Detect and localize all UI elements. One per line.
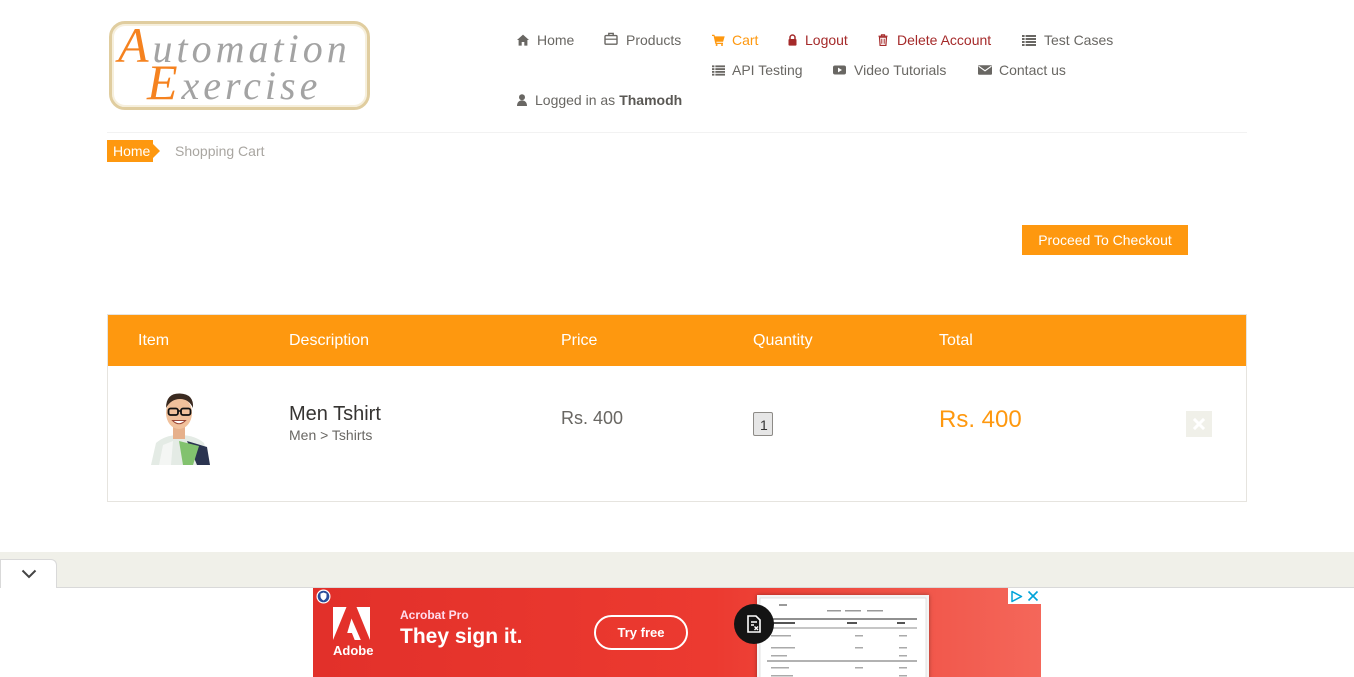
- ad-try-free-button[interactable]: Try free: [594, 615, 688, 650]
- column-header-price: Price: [561, 332, 598, 349]
- nav-delete-account[interactable]: Delete Account: [878, 30, 991, 50]
- logged-in-status: Logged in as Thamodh: [517, 90, 682, 110]
- site-logo[interactable]: Automation Exercise: [109, 21, 370, 110]
- list-icon: [712, 64, 725, 76]
- ad-brand-name: Adobe: [333, 643, 374, 658]
- proceed-to-checkout-button[interactable]: Proceed To Checkout: [1022, 225, 1188, 255]
- footer-band: [0, 552, 1354, 588]
- nav-cart-label: Cart: [732, 32, 759, 48]
- ad-banner[interactable]: Adobe Acrobat Pro They sign it. Try free: [313, 588, 1041, 677]
- adchoices-icon[interactable]: [1010, 590, 1023, 603]
- ad-feature-badge: [734, 604, 774, 644]
- nav-home[interactable]: Home: [517, 30, 574, 50]
- cart-table-header: Item Description Price Quantity Total: [108, 315, 1246, 366]
- logged-in-username: Thamodh: [619, 92, 683, 108]
- nav-cart[interactable]: Cart: [712, 30, 758, 50]
- ad-product-name: Acrobat Pro: [400, 608, 469, 622]
- product-price: Rs. 400: [561, 408, 624, 428]
- product-total: Rs. 400: [939, 406, 1022, 433]
- breadcrumb-home[interactable]: Home: [107, 140, 161, 162]
- cart-icon: [712, 34, 725, 46]
- user-icon: [517, 94, 527, 106]
- nav-delete-account-label: Delete Account: [897, 32, 992, 48]
- ad-headline: They sign it.: [400, 625, 523, 648]
- column-header-total: Total: [939, 332, 973, 349]
- products-icon: [604, 32, 618, 45]
- nav-test-cases-label: Test Cases: [1044, 32, 1114, 48]
- cart-table: Item Description Price Quantity Total Me…: [107, 314, 1247, 502]
- ad-choices-bar: [1008, 588, 1041, 604]
- breadcrumb-current: Shopping Cart: [175, 143, 265, 159]
- ad-document-preview: [757, 595, 929, 677]
- nav-logout-label: Logout: [805, 32, 848, 48]
- nav-api-testing-label: API Testing: [732, 62, 803, 78]
- column-header-description: Description: [289, 332, 370, 349]
- close-icon: [1193, 418, 1205, 430]
- logo-line-2: Exercise: [147, 54, 322, 110]
- youtube-icon: [833, 65, 846, 75]
- nav-api-testing[interactable]: API Testing: [712, 60, 803, 80]
- logged-in-prefix: Logged in as: [535, 92, 616, 108]
- nav-test-cases[interactable]: Test Cases: [1022, 30, 1113, 50]
- adobe-logo-icon: [333, 607, 370, 640]
- nav-home-label: Home: [537, 32, 575, 48]
- nav-contact-us-label: Contact us: [999, 62, 1066, 78]
- envelope-icon: [978, 65, 992, 75]
- product-category: Men > Tshirts: [289, 427, 373, 443]
- lock-icon: [788, 34, 797, 46]
- product-name-link[interactable]: Men Tshirt: [289, 402, 381, 426]
- nav-products[interactable]: Products: [604, 30, 681, 50]
- shield-icon[interactable]: [316, 589, 331, 604]
- list-icon: [1022, 34, 1036, 46]
- product-image[interactable]: [143, 385, 216, 465]
- delete-item-button[interactable]: [1186, 411, 1212, 437]
- document-icon: [747, 615, 761, 633]
- nav-contact-us[interactable]: Contact us: [978, 60, 1066, 80]
- column-header-item: Item: [138, 332, 170, 349]
- trash-icon: [878, 34, 888, 46]
- header-divider: [107, 132, 1247, 133]
- nav-products-label: Products: [626, 32, 682, 48]
- ad-collapse-toggle[interactable]: [0, 559, 57, 588]
- close-icon[interactable]: [1027, 590, 1039, 602]
- chevron-down-icon: [21, 569, 36, 579]
- quantity-button[interactable]: 1: [753, 412, 773, 436]
- home-icon: [517, 34, 529, 46]
- nav-video-tutorials[interactable]: Video Tutorials: [833, 60, 946, 80]
- column-header-quantity: Quantity: [753, 332, 813, 349]
- nav-logout[interactable]: Logout: [788, 30, 848, 50]
- nav-video-tutorials-label: Video Tutorials: [854, 62, 947, 78]
